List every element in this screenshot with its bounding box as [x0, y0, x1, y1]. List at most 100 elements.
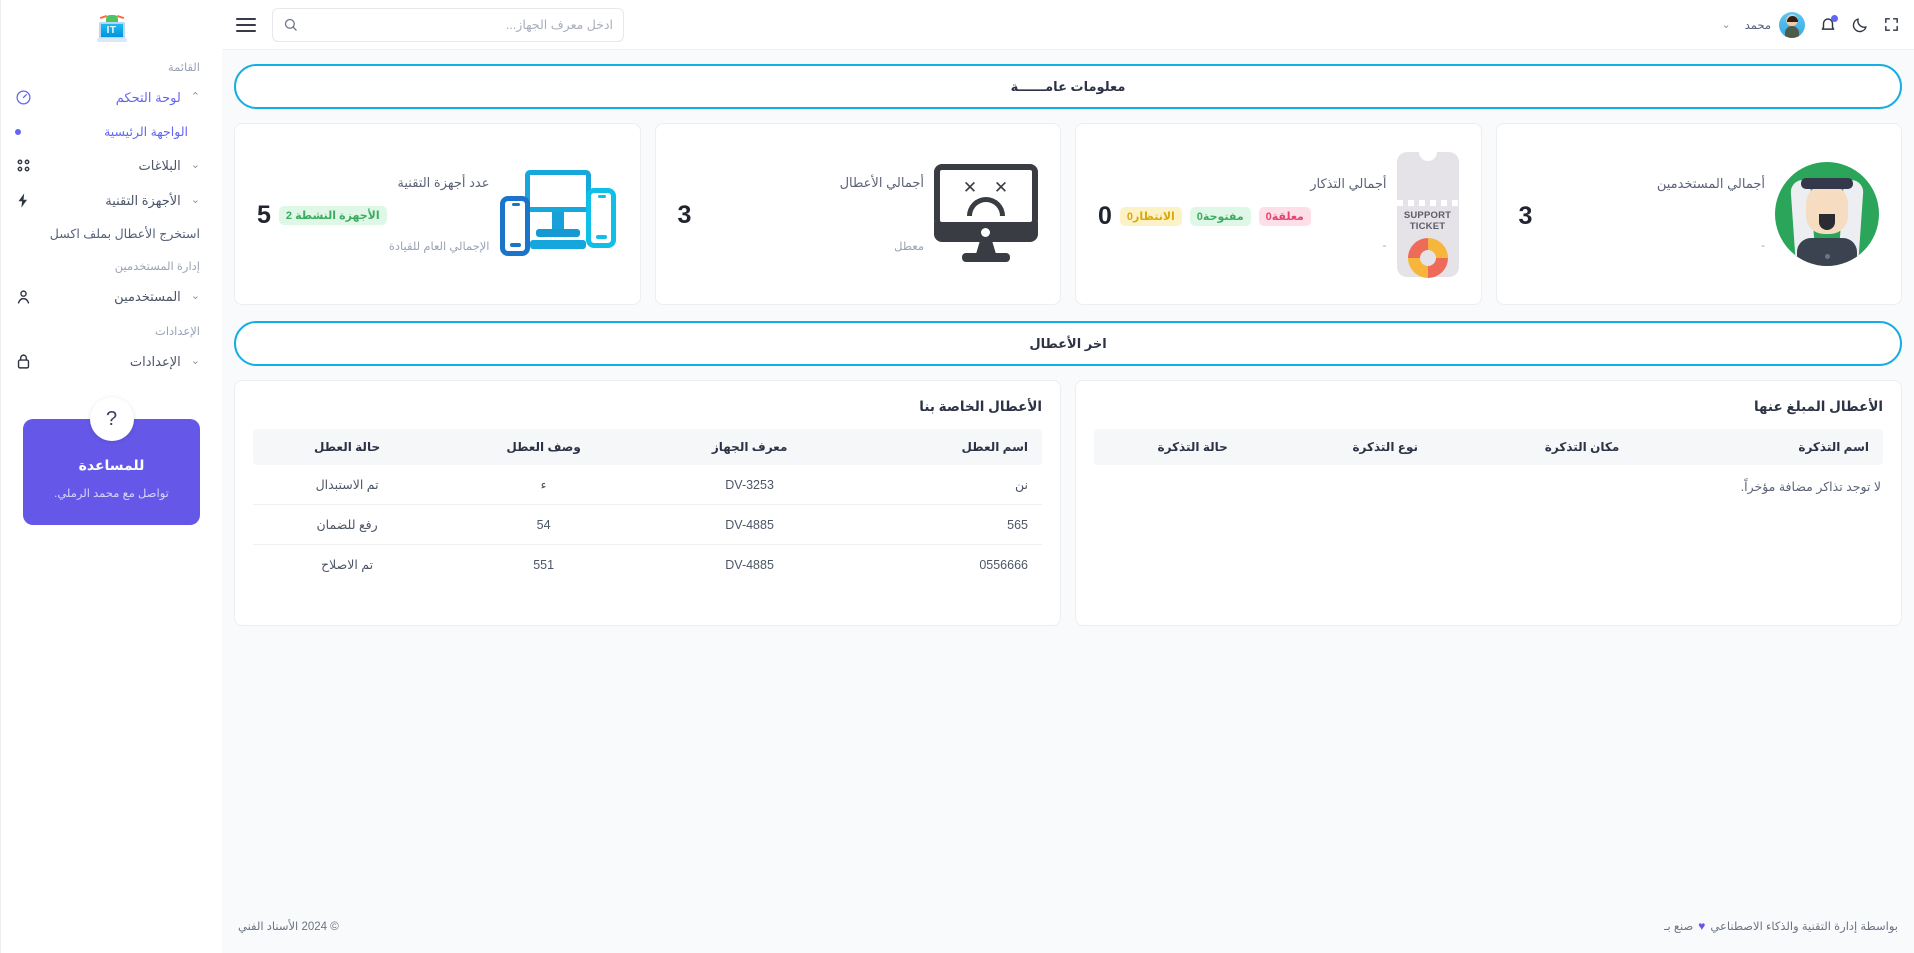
tickets-table-card: الأعطال المبلغ عنها اسم التذكرة مكان التذ… [1075, 380, 1902, 626]
table-column-header: حالة العطل [253, 429, 442, 465]
search-input[interactable] [306, 17, 613, 32]
user-chip[interactable]: محمد [1744, 11, 1805, 38]
help-card-title: للمساعدة [78, 457, 145, 473]
table-cell: 0556666 [979, 557, 1028, 572]
status-badge-waiting-tickets: الانتظار0 [1119, 207, 1182, 226]
fullscreen-icon[interactable] [1883, 16, 1900, 33]
tickets-table-header-row: اسم التذكرة مكان التذكرة نوع التذكرة حالة ا… [1094, 429, 1883, 465]
user-menu-chevron-down-icon[interactable]: ⌄ [1722, 18, 1731, 31]
app-root: IT القائمة لوحة التحكم ⌃ الواجهة الرئيسي… [0, 0, 1914, 953]
sidebar-item-devices[interactable]: الأجهزة التقنية ⌄ [1, 183, 222, 218]
stat-card-devices[interactable]: عدد أجهزة التقنية 5 الأجهزة النشطة 2 الإ… [234, 123, 641, 305]
notification-badge-dot [1831, 14, 1838, 22]
main-area: ⌄ محمد [222, 0, 1914, 953]
stat-card-faults[interactable]: أجمالي الأعطال 3 معطل ✕ ✕ [654, 123, 1061, 305]
hamburger-menu-icon[interactable] [232, 14, 260, 36]
table-cell: 551 [533, 557, 555, 572]
sad-monitor-illustration: ✕ ✕ [934, 164, 1038, 264]
stat-card-tickets-text: أجمالي التذكار 0 الانتظار0 مفتوحة0 معلقة… [1098, 176, 1387, 252]
stat-card-tickets-main: 0 الانتظار0 مفتوحة0 معلقة0 [1098, 204, 1387, 229]
table-column-header: حالة التذكرة [1094, 429, 1292, 465]
stat-card-users-value: 3 [1518, 202, 1533, 230]
banner-general-info: معلومات عامــــــة [234, 64, 1902, 109]
question-mark-icon: ? [89, 397, 134, 441]
sidebar-group-menu: القائمة [167, 62, 200, 74]
table-cell: 565 [853, 504, 1042, 545]
table-row[interactable]: 565 DV-4885 54 رفع للضمان [253, 504, 1042, 545]
table-column-header: وصف العطل [441, 429, 647, 465]
bell-icon[interactable] [1819, 14, 1838, 34]
dashboard-gauge-icon [15, 89, 32, 106]
ticket-illustration-label: SUPPORT TICKET [1403, 209, 1452, 233]
stat-card-faults-value: 3 [677, 201, 692, 229]
table-cell: تم الاستبدال [253, 465, 442, 505]
footer-copyright: © 2024 الأسناد الفني [238, 921, 339, 933]
table-column-header: اسم العطل [853, 429, 1042, 465]
stat-card-users-text: أجمالي المستخدمين 3 - [1519, 176, 1766, 252]
table-cell: تم الاصلاح [321, 558, 374, 572]
page-content: معلومات عامــــــة عدد أجهزة التقنية 5 ا… [222, 50, 1914, 899]
sidebar-item-export-excel[interactable]: استخرج الأعطال بملف اكسل [1, 218, 222, 249]
footer-credit-suffix: بواسطة إدارة التقنية والذكاء الاصطناعي [1710, 921, 1898, 933]
table-row[interactable]: نن DV-3253 ء تم الاستبدال [253, 465, 1042, 505]
sidebar-item-home[interactable]: الواجهة الرئيسية [1, 115, 222, 148]
stat-card-tickets[interactable]: أجمالي التذكار 0 الانتظار0 مفتوحة0 معلقة… [1075, 123, 1482, 305]
help-card-subtitle: تواصل مع محمد الرملي. [54, 488, 169, 500]
tickets-table: اسم التذكرة مكان التذكرة نوع التذكرة حالة ا… [1094, 429, 1883, 465]
top-bar: ⌄ محمد [222, 0, 1914, 50]
table-row[interactable]: 0556666 DV-4885 551 تم الاصلاح [253, 545, 1042, 585]
avatar[interactable] [1779, 11, 1805, 38]
table-cell: ء [441, 465, 647, 505]
topbar-right-group [232, 7, 624, 42]
faults-table-title: الأعطال الخاصة بنا [919, 399, 1042, 414]
stat-card-users-sub: - [1761, 240, 1765, 252]
sidebar-item-reports[interactable]: البلاغات ⌄ [1, 148, 222, 183]
sidebar-group-user-management: إدارة المستخدمين [114, 261, 200, 273]
tickets-empty-message: لا توجد تذاكر مضافة مؤخراً. [1740, 480, 1881, 494]
banner-latest-faults: اخر الأعطال [234, 321, 1902, 366]
sidebar-item-dashboard[interactable]: لوحة التحكم ⌃ [1, 80, 222, 115]
chevron-down-icon: ⌄ [190, 290, 200, 302]
stat-card-devices-title: عدد أجهزة التقنية [397, 175, 490, 190]
stat-card-tickets-title: أجمالي التذكار [1310, 176, 1387, 191]
stat-cards-row: عدد أجهزة التقنية 5 الأجهزة النشطة 2 الإ… [234, 123, 1902, 305]
help-card[interactable]: ? للمساعدة تواصل مع محمد الرملي. [23, 397, 200, 526]
stat-card-users[interactable]: أجمالي المستخدمين 3 - [1495, 123, 1902, 305]
table-cell: رفع للضمان [253, 504, 442, 545]
faults-table-header-row: اسم العطل معرف الجهاز وصف العطل حالة العطل [253, 429, 1042, 465]
chevron-down-icon: ⌄ [190, 355, 200, 367]
sidebar-group-settings: الإعدادات [155, 326, 200, 338]
stat-card-devices-main: 5 الأجهزة النشطة 2 [257, 203, 490, 228]
table-cell: DV-4885 [646, 504, 854, 545]
stat-card-tickets-value: 0 [1098, 202, 1112, 230]
moon-icon[interactable] [1851, 16, 1869, 34]
table-column-header: نوع التذكرة [1291, 429, 1480, 465]
faults-table-head: اسم العطل معرف الجهاز وصف العطل حالة العطل [253, 429, 1042, 465]
stat-card-devices-value: 5 [257, 201, 271, 229]
it-logo-icon: IT [96, 13, 127, 43]
table-cell: 54 [441, 504, 647, 545]
table-cell: نن [853, 465, 1042, 505]
table-column-header: معرف الجهاز [646, 429, 854, 465]
sidebar-item-users[interactable]: المستخدمين ⌄ [1, 279, 222, 314]
search-box[interactable] [272, 7, 624, 42]
chevron-up-icon: ⌃ [190, 91, 200, 103]
user-name: محمد [1744, 19, 1771, 32]
sidebar-item-devices-label: الأجهزة التقنية [105, 192, 181, 208]
stat-card-faults-sub: معطل [894, 241, 924, 253]
status-badge-open-tickets: مفتوحة0 [1189, 207, 1251, 226]
sidebar-item-settings[interactable]: الإعدادات ⌄ [1, 344, 222, 379]
app-logo[interactable]: IT [1, 6, 222, 50]
tables-row: الأعطال الخاصة بنا اسم العطل معرف الجهاز و… [234, 380, 1902, 626]
sidebar-item-home-label: الواجهة الرئيسية [104, 125, 188, 139]
lightning-bolt-icon [15, 192, 32, 209]
stat-card-faults-title: أجمالي الأعطال [839, 175, 924, 190]
footer: © 2024 الأسناد الفني صنع بـ ♥ بواسطة إدا… [222, 899, 1914, 953]
sidebar-item-reports-label: البلاغات [138, 157, 181, 173]
user-icon [15, 288, 32, 305]
lock-icon [15, 353, 32, 370]
status-badge-active-devices: الأجهزة النشطة 2 [278, 206, 387, 225]
support-ticket-illustration: SUPPORT TICKET [1396, 150, 1459, 278]
table-column-header: اسم التذكرة [1684, 429, 1883, 465]
table-cell: DV-3253 [646, 465, 854, 505]
